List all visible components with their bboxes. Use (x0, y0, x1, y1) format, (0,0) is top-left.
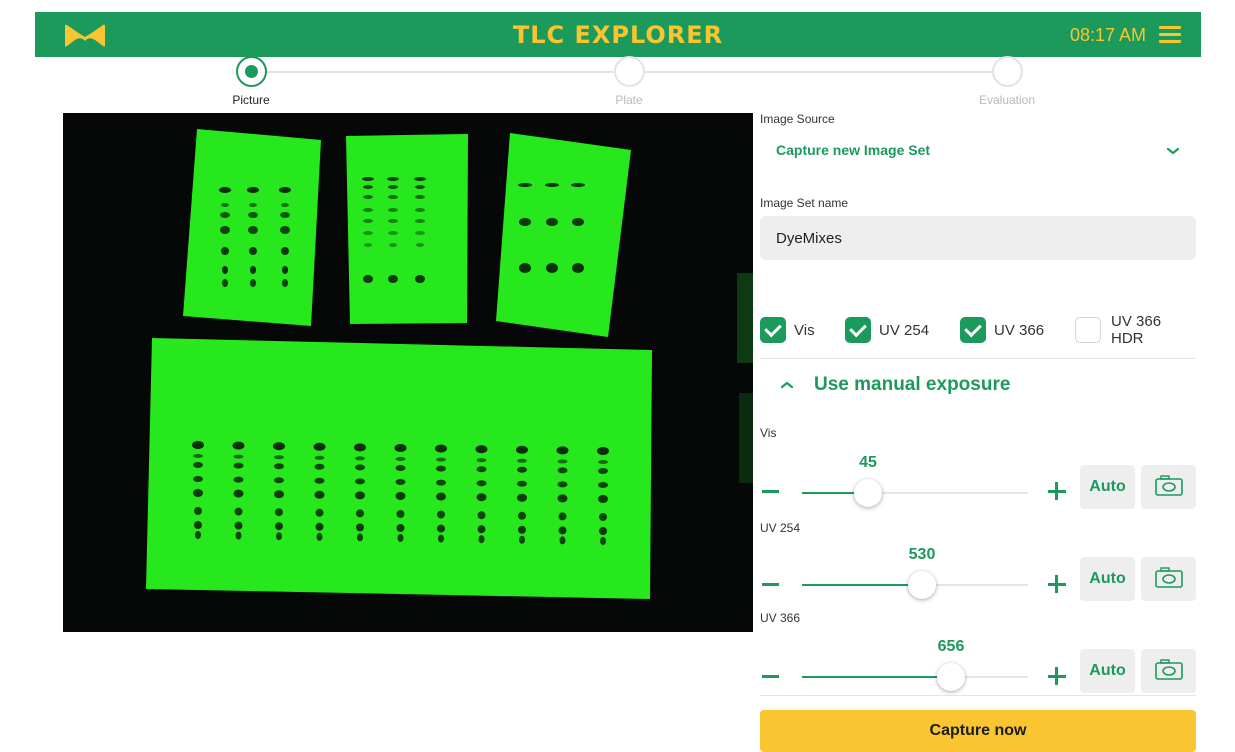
channel-checkboxes: Vis UV 254 UV 366 UV 366 HDR (760, 313, 1196, 356)
uv254-slider-fill (802, 584, 922, 586)
camera-icon (1155, 567, 1183, 588)
vis-exposure-value: 45 (859, 454, 877, 471)
uv254-exposure-label: UV 254 (760, 521, 801, 535)
capture-now-button[interactable]: Capture now (760, 710, 1196, 752)
uv366-exposure-label: UV 366 (760, 611, 801, 625)
uv254-plus-button[interactable] (1046, 573, 1068, 595)
vis-plus-button[interactable] (1046, 480, 1068, 502)
divider (760, 695, 1196, 696)
checkbox-checked-icon (760, 317, 786, 343)
uv366-slider-fill (802, 676, 951, 678)
app-title: TLC EXPLORER (512, 21, 724, 49)
checkbox-uv366-hdr[interactable]: UV 366 HDR (1075, 313, 1196, 347)
hamburger-menu-icon[interactable] (1159, 26, 1181, 44)
uv366-exposure-value: 656 (937, 638, 965, 655)
vis-minus-button[interactable] (760, 480, 782, 502)
image-set-name-label: Image Set name (760, 196, 849, 210)
stepper-line (266, 71, 616, 73)
tlc-plates-photo (63, 113, 753, 632)
step-evaluation-dot[interactable] (992, 56, 1023, 87)
step-picture-label: Picture (232, 93, 270, 107)
camera-icon (1155, 475, 1183, 496)
vis-slider-thumb[interactable] (854, 479, 882, 507)
vis-camera-button[interactable] (1141, 465, 1196, 509)
uv366-slider-thumb[interactable] (937, 663, 965, 691)
progress-stepper: Picture Plate Evaluation (0, 55, 1235, 111)
manual-exposure-label: Use manual exposure (814, 374, 1011, 395)
checkbox-uv254[interactable]: UV 254 (845, 316, 929, 344)
uv366-exposure-slider[interactable] (802, 663, 1028, 691)
uv254-exposure-value: 530 (908, 546, 936, 563)
image-source-value: Capture new Image Set (776, 142, 931, 158)
checkbox-uv366-hdr-label: UV 366 HDR (1111, 313, 1162, 347)
vis-auto-button[interactable]: Auto (1080, 465, 1135, 509)
checkbox-checked-icon (960, 317, 986, 343)
checkbox-uv366-label: UV 366 (994, 321, 1045, 339)
uv254-slider-thumb[interactable] (908, 571, 936, 599)
vis-exposure-slider[interactable] (802, 479, 1028, 507)
step-plate-label: Plate (615, 93, 643, 107)
clock-time: 08:17 AM (1069, 25, 1146, 45)
uv366-auto-button[interactable]: Auto (1080, 649, 1135, 693)
chevron-up-icon (780, 381, 794, 389)
step-picture-dot[interactable] (236, 56, 267, 87)
uv254-minus-button[interactable] (760, 573, 782, 595)
image-source-select[interactable]: Capture new Image Set (760, 134, 1196, 168)
camera-icon (1155, 659, 1183, 680)
uv366-camera-button[interactable] (1141, 649, 1196, 693)
vis-exposure-label: Vis (760, 426, 777, 440)
tlc-plate-image (63, 113, 753, 632)
checkbox-checked-icon (845, 317, 871, 343)
capture-settings-panel: Image Source Capture new Image Set Image… (760, 108, 1196, 752)
uv254-camera-button[interactable] (1141, 557, 1196, 601)
checkbox-vis-label: Vis (794, 321, 815, 339)
top-bar: TLC EXPLORER 08:17 AM (0, 0, 1235, 63)
chevron-down-icon (1166, 147, 1180, 155)
step-evaluation-label: Evaluation (978, 93, 1036, 107)
uv366-plus-button[interactable] (1046, 665, 1068, 687)
checkbox-uv254-label: UV 254 (879, 321, 930, 339)
image-source-label: Image Source (760, 112, 835, 126)
checkbox-vis[interactable]: Vis (760, 316, 815, 344)
manual-exposure-toggle[interactable]: Use manual exposure (760, 370, 1196, 402)
app-header: TLC EXPLORER 08:17 AM (35, 12, 1201, 57)
uv366-minus-button[interactable] (760, 665, 782, 687)
image-set-name-input[interactable] (760, 216, 1196, 260)
uv254-exposure-slider[interactable] (802, 571, 1028, 599)
uv254-auto-button[interactable]: Auto (1080, 557, 1135, 601)
step-plate-dot[interactable] (614, 56, 645, 87)
divider (760, 358, 1196, 359)
checkbox-uv366[interactable]: UV 366 (960, 316, 1044, 344)
stepper-line (644, 71, 992, 73)
checkbox-unchecked-icon (1075, 317, 1101, 343)
